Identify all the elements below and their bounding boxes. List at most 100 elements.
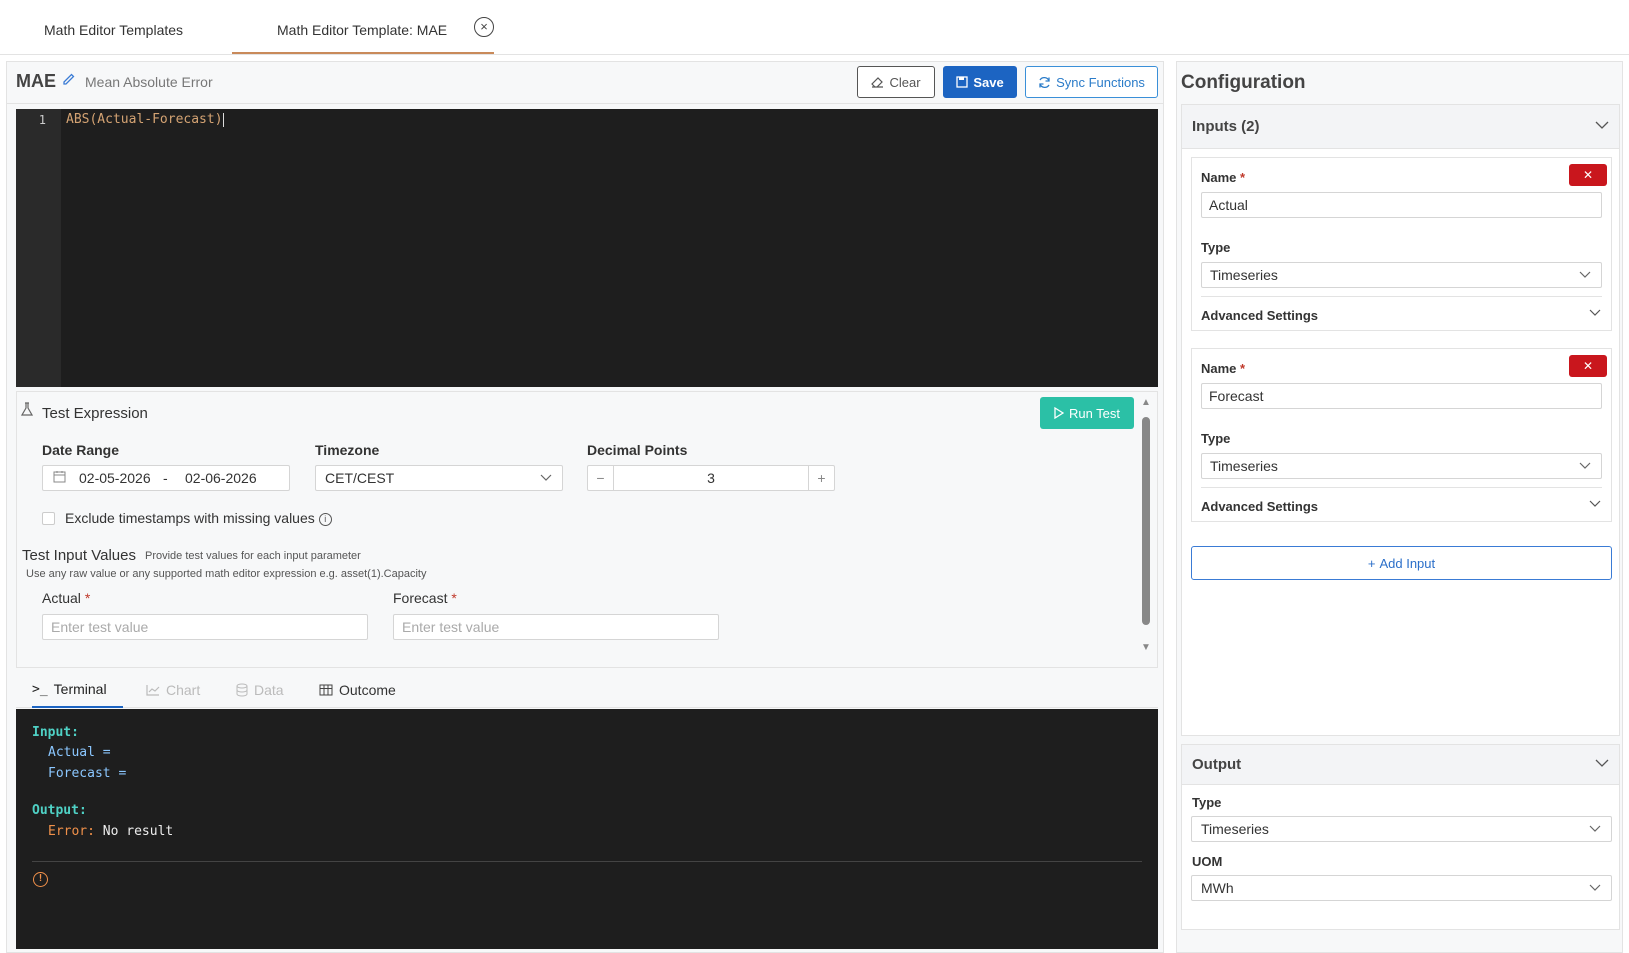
uom-label: UOM bbox=[1192, 854, 1223, 869]
test-input-values-title: Test Input Values bbox=[22, 547, 136, 564]
close-tab-icon[interactable]: × bbox=[474, 17, 494, 37]
run-test-label: Run Test bbox=[1068, 405, 1121, 421]
advanced-settings-toggle[interactable]: Advanced Settings bbox=[1201, 308, 1318, 323]
forecast-test-input[interactable] bbox=[393, 614, 719, 640]
date-range-label: Date Range bbox=[42, 442, 120, 458]
sync-functions-button[interactable]: Sync Functions bbox=[1025, 66, 1158, 98]
delete-input-button[interactable]: ✕ bbox=[1569, 164, 1607, 186]
input-name-field[interactable]: Forecast bbox=[1201, 383, 1602, 409]
scroll-up-icon[interactable]: ▲ bbox=[1141, 397, 1151, 408]
terminal-icon: >_ bbox=[32, 681, 48, 697]
inputs-section-title: Inputs (2) bbox=[1192, 118, 1260, 135]
date-range-picker[interactable]: 02-05-2026 - 02-06-2026 bbox=[42, 465, 290, 491]
decimal-points-stepper: − 3 + bbox=[587, 465, 835, 491]
add-input-button[interactable]: + Add Input bbox=[1191, 546, 1612, 580]
clear-button-label: Clear bbox=[889, 74, 921, 90]
input-card-forecast: Name * ✕ Forecast Type Timeseries Advanc… bbox=[1191, 348, 1612, 522]
exclude-missing-text: Exclude timestamps with missing values bbox=[65, 510, 315, 526]
terminal-error-label: Error: bbox=[48, 824, 95, 839]
exclude-missing-checkbox[interactable] bbox=[42, 512, 55, 525]
configuration-title: Configuration bbox=[1181, 72, 1306, 93]
info-icon[interactable]: i bbox=[318, 512, 332, 526]
chevron-down-icon bbox=[1589, 820, 1601, 839]
delete-input-button[interactable]: ✕ bbox=[1569, 355, 1607, 377]
uom-select[interactable]: MWh bbox=[1191, 875, 1612, 901]
required-marker: * bbox=[1240, 361, 1246, 376]
editor-panel: MAE Mean Absolute Error Clear Save Sync … bbox=[6, 61, 1164, 953]
chevron-down-icon[interactable] bbox=[1595, 753, 1609, 776]
output-type-value: Timeseries bbox=[1201, 821, 1269, 837]
decimal-points-label: Decimal Points bbox=[587, 442, 688, 458]
tab-data[interactable]: Data bbox=[236, 672, 284, 708]
input-type-select[interactable]: Timeseries bbox=[1201, 262, 1602, 288]
tab-chart[interactable]: Chart bbox=[146, 672, 200, 708]
configuration-panel: Configuration Inputs (2) Name * ✕ Actual… bbox=[1176, 61, 1623, 953]
code-editor[interactable]: 1 ABS(Actual-Forecast) bbox=[16, 109, 1158, 387]
tab-chart-label: Chart bbox=[166, 682, 201, 698]
terminal-output-heading: Output: bbox=[32, 803, 87, 818]
line-gutter: 1 bbox=[16, 109, 61, 387]
scrollbar[interactable]: ▲ ▼ bbox=[1141, 397, 1151, 662]
code-line[interactable]: ABS(Actual-Forecast) bbox=[66, 112, 224, 127]
active-tab-indicator bbox=[232, 52, 494, 54]
template-description: Mean Absolute Error bbox=[85, 74, 213, 90]
test-expression-title: Test Expression bbox=[42, 405, 148, 422]
tab-terminal-label: Terminal bbox=[53, 681, 107, 697]
save-button[interactable]: Save bbox=[943, 66, 1017, 98]
terminal-output: Input: Actual = Forecast = Output: Error… bbox=[16, 709, 1158, 949]
forecast-test-label: Forecast * bbox=[393, 590, 457, 606]
chevron-down-icon[interactable] bbox=[1589, 495, 1601, 514]
template-title: MAE bbox=[16, 71, 56, 91]
test-input-values-hint-2: Use any raw value or any supported math … bbox=[26, 568, 427, 580]
output-type-select[interactable]: Timeseries bbox=[1191, 816, 1612, 842]
exclude-missing-label: Exclude timestamps with missing values i bbox=[65, 510, 332, 526]
editor-header: MAE Mean Absolute Error Clear Save Sync … bbox=[7, 62, 1163, 104]
tab-math-editor-template-mae[interactable]: Math Editor Template: MAE bbox=[277, 22, 447, 38]
sync-functions-label: Sync Functions bbox=[1056, 74, 1145, 90]
forecast-test-label-text: Forecast bbox=[393, 590, 448, 606]
name-label: Name * bbox=[1201, 361, 1245, 376]
output-section-title: Output bbox=[1192, 756, 1242, 773]
run-test-button[interactable]: Run Test bbox=[1040, 397, 1134, 429]
scrollbar-thumb[interactable] bbox=[1142, 417, 1150, 625]
decrement-button[interactable]: − bbox=[588, 466, 614, 490]
chevron-down-icon bbox=[1579, 266, 1591, 285]
decimal-points-value[interactable]: 3 bbox=[614, 470, 808, 486]
chevron-down-icon[interactable] bbox=[1589, 304, 1601, 323]
timezone-label: Timezone bbox=[315, 442, 380, 458]
chevron-down-icon bbox=[1579, 457, 1591, 476]
input-name-field[interactable]: Actual bbox=[1201, 192, 1602, 218]
clear-button[interactable]: Clear bbox=[857, 66, 935, 98]
required-marker: * bbox=[84, 590, 91, 606]
inputs-section-header[interactable]: Inputs (2) bbox=[1182, 105, 1619, 149]
tab-outcome[interactable]: Outcome bbox=[319, 672, 396, 708]
input-type-select[interactable]: Timeseries bbox=[1201, 453, 1602, 479]
date-from[interactable]: 02-05-2026 bbox=[79, 470, 151, 486]
date-to[interactable]: 02-06-2026 bbox=[185, 470, 257, 486]
divider bbox=[1201, 487, 1602, 488]
date-separator: - bbox=[163, 470, 168, 486]
chevron-down-icon[interactable] bbox=[1595, 115, 1609, 138]
terminal-error-text: No result bbox=[94, 824, 174, 839]
tab-math-editor-templates[interactable]: Math Editor Templates bbox=[44, 22, 183, 38]
divider bbox=[1201, 296, 1602, 297]
tab-data-label: Data bbox=[254, 682, 284, 698]
required-marker: * bbox=[451, 590, 457, 606]
terminal-divider bbox=[32, 861, 1142, 862]
pencil-icon[interactable] bbox=[62, 72, 76, 91]
scroll-down-icon[interactable]: ▼ bbox=[1141, 642, 1151, 653]
timezone-select[interactable]: CET/CEST bbox=[315, 465, 563, 491]
increment-button[interactable]: + bbox=[808, 466, 834, 490]
required-marker: * bbox=[1240, 170, 1246, 185]
advanced-settings-toggle[interactable]: Advanced Settings bbox=[1201, 499, 1318, 514]
output-type-label: Type bbox=[1192, 795, 1222, 810]
output-section-header[interactable]: Output bbox=[1182, 745, 1619, 785]
type-label: Type bbox=[1201, 240, 1231, 255]
tab-terminal[interactable]: >_ Terminal bbox=[32, 672, 123, 708]
input-type-value: Timeseries bbox=[1210, 458, 1278, 474]
actual-test-input[interactable] bbox=[42, 614, 368, 640]
refresh-icon bbox=[1039, 76, 1050, 88]
plus-icon: + bbox=[1367, 555, 1376, 571]
input-type-value: Timeseries bbox=[1210, 267, 1278, 283]
tab-outcome-label: Outcome bbox=[339, 682, 396, 698]
